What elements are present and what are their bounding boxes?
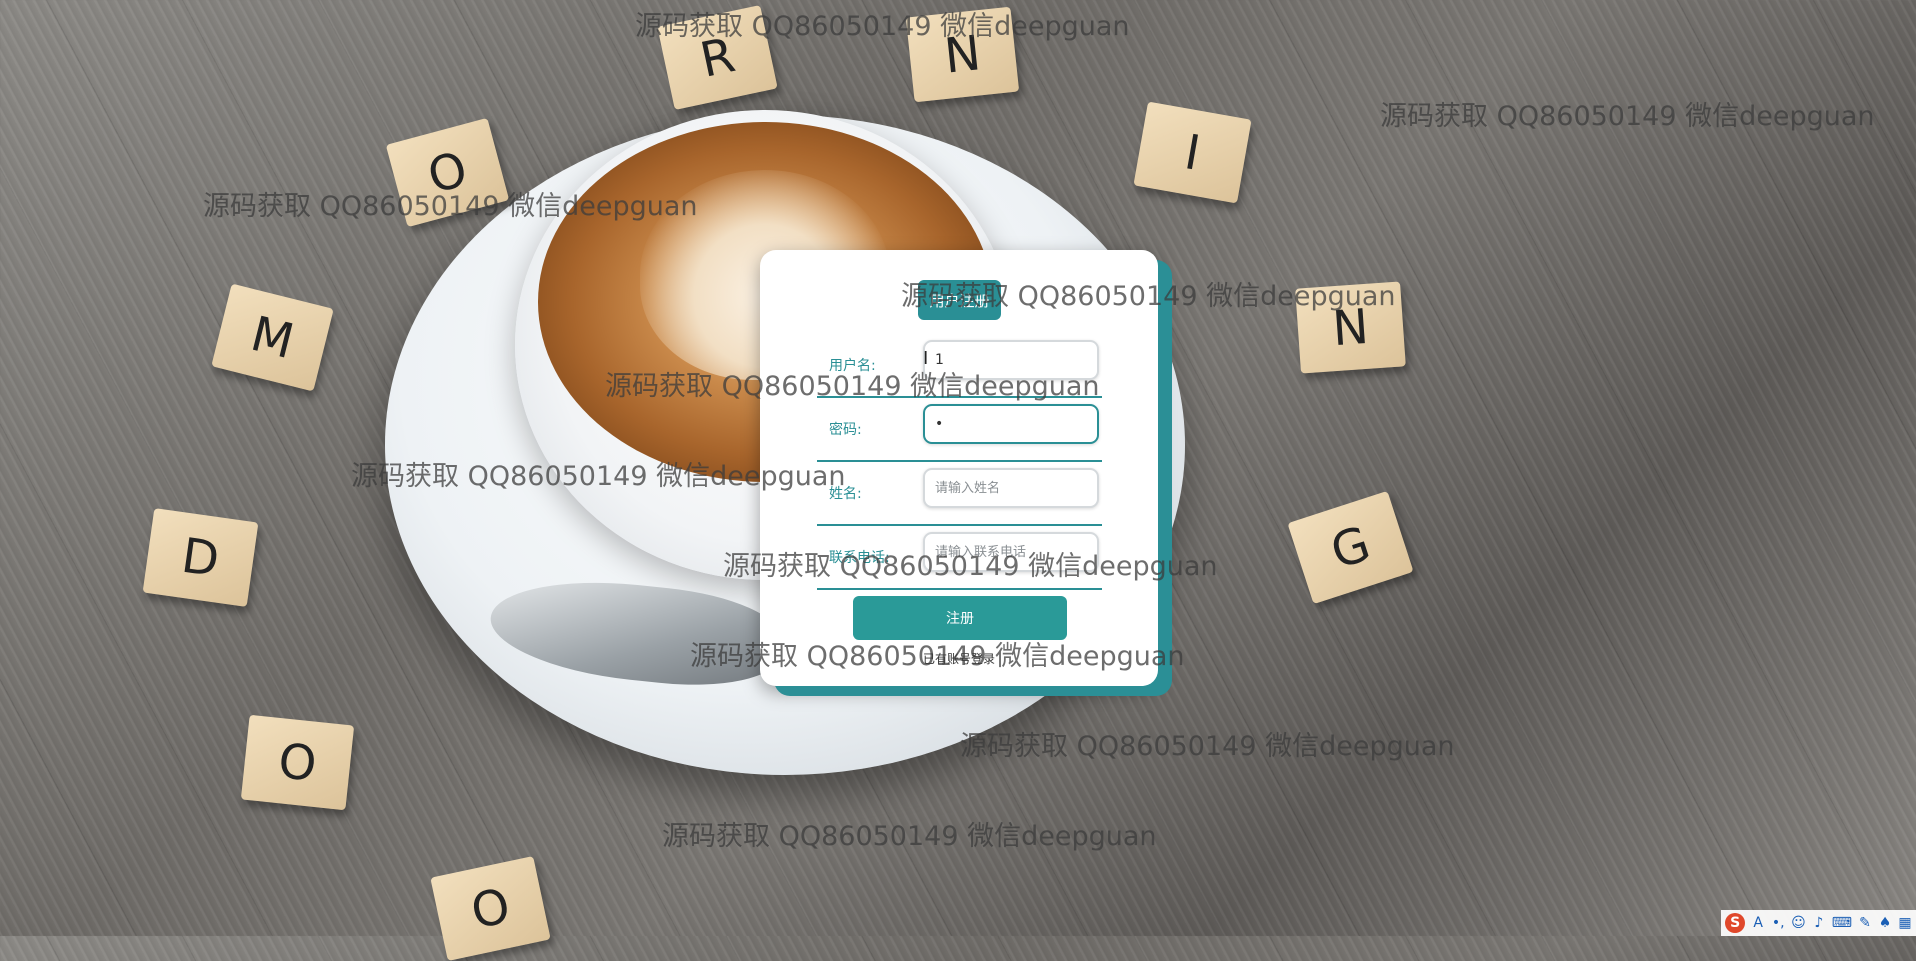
tools-icon[interactable]: ✎ [1858, 915, 1872, 931]
sogou-ime-icon[interactable]: S [1725, 913, 1746, 933]
letter-tile: O [430, 856, 551, 961]
login-link[interactable]: 已有账号登录 [760, 650, 1158, 667]
phone-row: 联系电话: [817, 530, 1102, 590]
username-label: 用户名: [829, 358, 876, 374]
phone-input[interactable] [923, 532, 1099, 572]
ime-toolbar: S A •, ☺ ♪ ⌨ ✎ ♠ ▦ [1721, 910, 1916, 936]
letter-tile: M [211, 283, 334, 392]
name-label: 姓名: [829, 486, 862, 502]
letter-tile: I [1133, 101, 1252, 204]
letter-tile: R [657, 5, 778, 110]
shirt-icon[interactable]: ♠ [1878, 915, 1892, 931]
username-input[interactable] [923, 340, 1099, 380]
password-input[interactable] [923, 404, 1099, 444]
register-title: 用户注册 [918, 280, 1001, 320]
name-row: 姓名: [817, 466, 1102, 526]
letter-tile: N [1295, 281, 1406, 374]
keyboard-icon[interactable]: ⌨ [1832, 915, 1852, 931]
text-cursor-icon: I [923, 348, 929, 369]
register-card: 用户注册 用户名: 密码: 姓名: 联系电话: 注册 已有账号登录 [760, 250, 1158, 686]
phone-label: 联系电话: [829, 550, 890, 566]
username-row: 用户名: [817, 338, 1102, 398]
password-label: 密码: [829, 422, 862, 438]
name-input[interactable] [923, 468, 1099, 508]
letter-tile: O [385, 117, 510, 228]
microphone-icon[interactable]: ♪ [1812, 915, 1826, 931]
emoji-icon[interactable]: ☺ [1791, 915, 1806, 931]
punctuation-icon[interactable]: •, [1771, 915, 1785, 931]
font-a-icon[interactable]: A [1751, 915, 1765, 931]
letter-tile: N [905, 6, 1020, 103]
register-button[interactable]: 注册 [853, 596, 1067, 640]
letter-tile: O [240, 714, 355, 811]
letter-tile: G [1287, 490, 1414, 605]
password-row: 密码: [817, 402, 1102, 462]
grid-icon[interactable]: ▦ [1898, 915, 1912, 931]
letter-tile: D [142, 508, 259, 607]
